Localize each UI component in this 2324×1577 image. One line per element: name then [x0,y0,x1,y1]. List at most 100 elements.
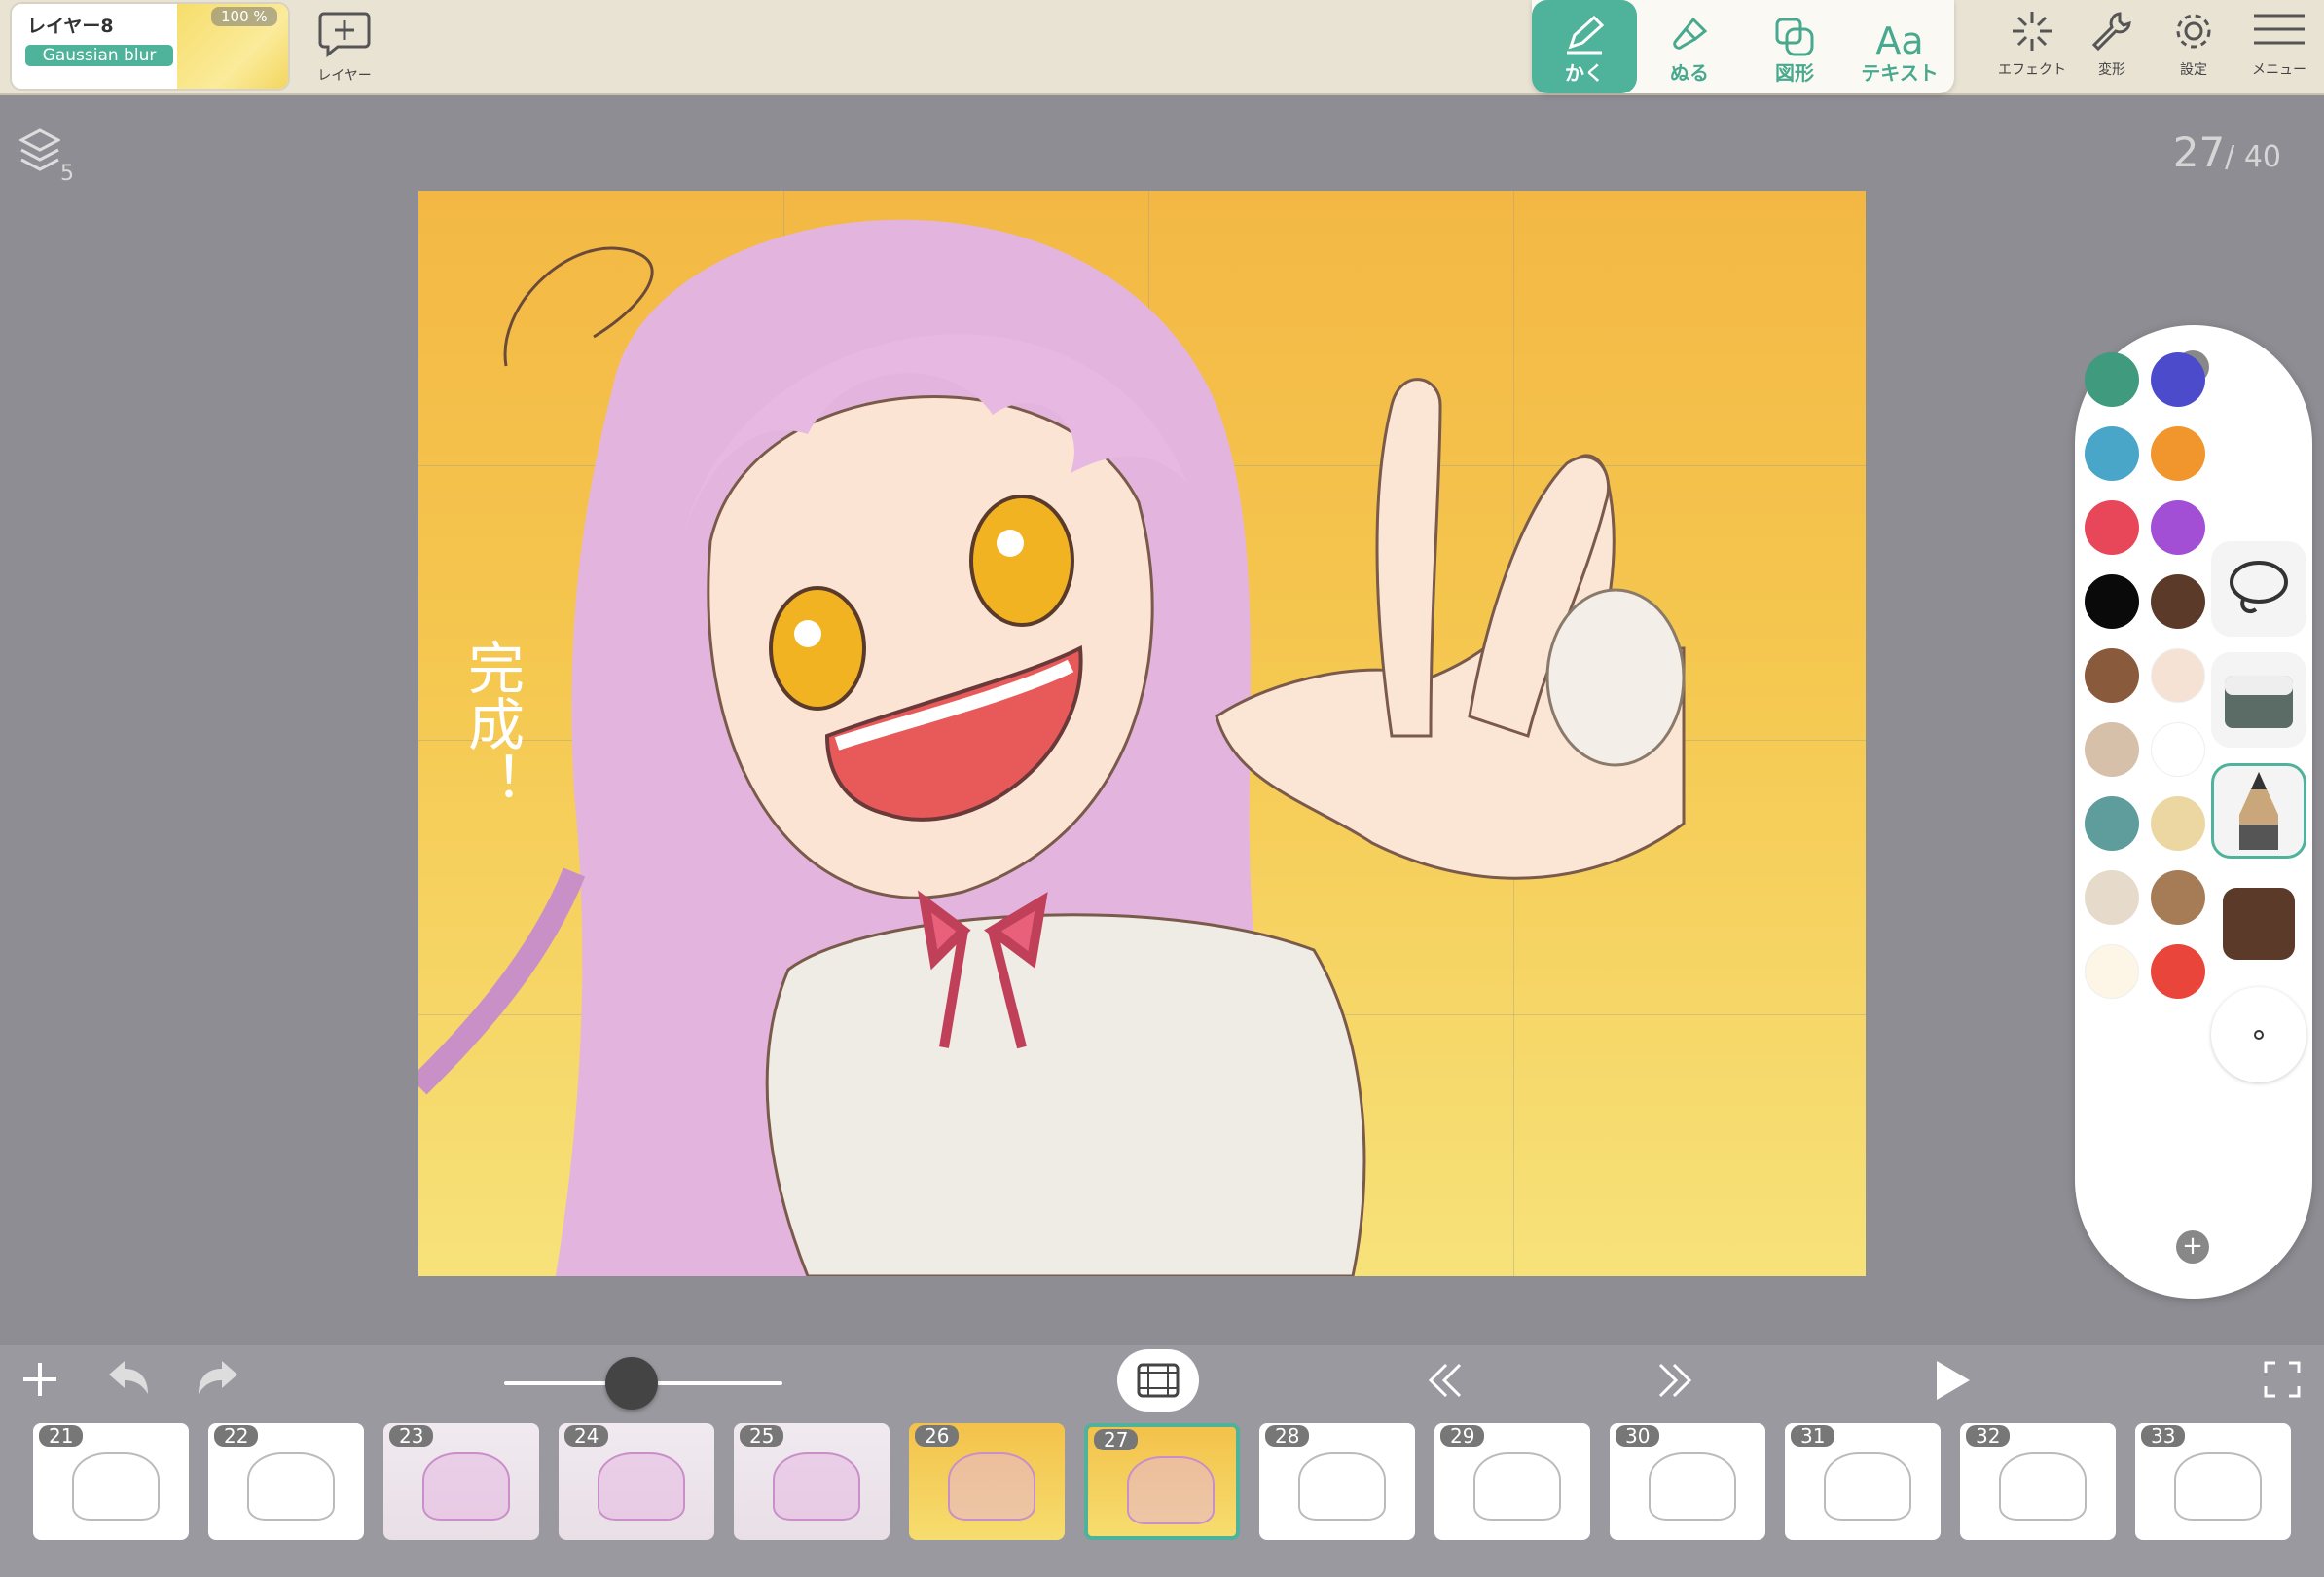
color-swatch[interactable] [2085,870,2139,925]
brush-icon [1673,17,1708,50]
frame-thumbnail [1473,1452,1561,1521]
frame-number: 32 [1966,1425,2011,1447]
fullscreen-button[interactable] [2264,1361,2301,1402]
timeline-frame[interactable]: 28 [1259,1423,1415,1540]
frame-thumbnail [948,1452,1035,1521]
gear-icon [2176,14,2211,49]
film-strip-button[interactable] [1117,1349,1199,1412]
eraser-tool-button[interactable] [2211,652,2306,748]
menu-button[interactable]: メニュー [2238,10,2320,79]
frame-thumbnail [1999,1452,2087,1521]
play-button[interactable] [1933,1359,1972,1406]
frame-number: 24 [564,1425,609,1447]
frame-counter: 27/ 40 [2173,128,2281,176]
transform-button[interactable]: 変形 [2073,10,2151,79]
pencil-tool-button[interactable] [2211,763,2306,859]
mode-fill-button[interactable]: ぬる [1637,0,1742,93]
fullscreen-icon [2264,1361,2301,1398]
hamburger-icon [2254,14,2305,45]
brush-size-dot [2254,1030,2264,1040]
frame-number: 29 [1440,1425,1485,1447]
undo-icon [109,1361,148,1394]
plus-icon [23,1363,56,1396]
pencil-tool-icon [2239,772,2278,850]
timeline-frame[interactable]: 33 [2135,1423,2291,1540]
current-color-button[interactable] [2211,876,2306,972]
timeline-frame[interactable]: 31 [1785,1423,1941,1540]
chevron-double-right-icon [1658,1363,1692,1398]
current-layer-card[interactable]: レイヤー8 Gaussian blur 100 % [10,2,290,91]
timeline-frame[interactable]: 25 [734,1423,890,1540]
mode-draw-label: かく [1565,61,1604,85]
timeline-frame[interactable]: 29 [1434,1423,1590,1540]
color-swatch[interactable] [2151,944,2205,999]
color-swatch[interactable] [2085,722,2139,777]
settings-button[interactable]: 設定 [2155,10,2233,79]
timeline-frame[interactable]: 24 [559,1423,714,1540]
add-frame-button[interactable] [19,1359,60,1404]
onion-skin-slider-knob[interactable] [604,1357,658,1410]
color-swatch[interactable] [2151,426,2205,481]
effect-button[interactable]: エフェクト [1993,10,2071,79]
menu-label: メニュー [2252,62,2306,78]
color-swatch[interactable] [2085,426,2139,481]
color-swatch[interactable] [2151,574,2205,629]
settings-label: 設定 [2180,62,2207,78]
timeline-frame[interactable]: 23 [383,1423,539,1540]
timeline-frame[interactable]: 27 [1084,1423,1240,1540]
drawing-canvas[interactable]: 完成！ [418,191,1866,1276]
lasso-tool-button[interactable] [2211,541,2306,637]
timeline-frame[interactable]: 26 [909,1423,1065,1540]
color-swatch[interactable] [2085,648,2139,703]
add-layer-icon [318,12,371,58]
prev-frame-button[interactable] [1425,1361,1468,1404]
mode-draw-button[interactable]: かく [1532,0,1637,93]
lasso-icon [2230,561,2288,614]
color-swatch[interactable] [2085,944,2139,999]
color-swatch[interactable] [2085,352,2139,407]
color-swatch[interactable] [2151,870,2205,925]
color-swatch[interactable] [2151,500,2205,555]
layers-icon [18,128,62,171]
undo-button[interactable] [105,1357,152,1404]
timeline-frame[interactable]: 21 [33,1423,189,1540]
frame-number: 25 [740,1425,784,1447]
current-color-swatch [2223,888,2295,960]
brush-size-button[interactable] [2211,987,2306,1082]
mode-text-label: テキスト [1861,61,1939,85]
color-swatch[interactable] [2151,796,2205,851]
color-swatch[interactable] [2151,352,2205,407]
mode-text-button[interactable]: Aa テキスト [1847,0,1952,93]
redo-icon [199,1361,237,1394]
effect-label: エフェクト [1998,62,2066,78]
transform-label: 変形 [2098,62,2125,78]
play-icon [1937,1361,1970,1400]
character-illustration [418,219,1686,1276]
shapes-icon [1775,18,1814,56]
layer-name: レイヤー8 [27,16,114,37]
color-swatch[interactable] [2151,648,2205,703]
chevron-double-left-icon [1428,1363,1462,1398]
color-palette-panel: … + [2075,325,2312,1299]
timeline-frame[interactable]: 22 [208,1423,364,1540]
top-toolbar: レイヤー8 Gaussian blur 100 % レイヤー かく ぬる 図形 … [0,0,2324,95]
frame-thumbnail [598,1452,685,1521]
frame-number: 28 [1265,1425,1310,1447]
color-swatch[interactable] [2085,796,2139,851]
color-swatch[interactable] [2151,722,2205,777]
next-frame-button[interactable] [1652,1361,1695,1404]
color-swatch[interactable] [2085,574,2139,629]
layers-count: 5 [60,162,74,186]
add-color-button[interactable]: + [2176,1230,2209,1264]
handwritten-text: 完成！ [458,639,525,808]
eraser-icon [2225,676,2293,728]
color-swatch[interactable] [2085,500,2139,555]
add-layer-button[interactable]: レイヤー [313,10,376,85]
mode-shape-button[interactable]: 図形 [1742,0,1847,93]
frame-thumbnail [422,1452,510,1521]
timeline-frame[interactable]: 32 [1960,1423,2116,1540]
layers-indicator[interactable] [18,127,62,177]
frame-number: 33 [2141,1425,2186,1447]
timeline-frame[interactable]: 30 [1610,1423,1765,1540]
redo-button[interactable] [195,1357,241,1404]
